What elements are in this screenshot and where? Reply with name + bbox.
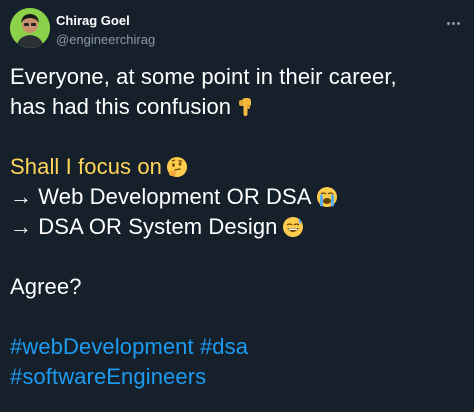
- dot: [451, 21, 455, 25]
- tweet-line-text: has had this confusion: [10, 94, 232, 119]
- pointing-down-emoji-icon: [235, 96, 257, 118]
- tweet-line: Agree?: [10, 272, 464, 302]
- tweet-line-text: → Web Development OR DSA: [10, 184, 312, 209]
- tweet-line-text: Agree?: [10, 274, 82, 299]
- tweet-line: → Web Development OR DSA: [10, 182, 464, 212]
- tweet-text: Everyone, at some point in their career,…: [10, 62, 464, 392]
- hashtag-line: #webDevelopment #dsa: [10, 332, 464, 362]
- dot: [456, 21, 460, 25]
- author-handle[interactable]: @engineerchirag: [56, 32, 155, 47]
- thinking-face-emoji-icon: [166, 156, 188, 178]
- tweet-line: Everyone, at some point in their career,: [10, 62, 464, 92]
- tweet-line: Shall I focus on: [10, 152, 464, 182]
- avatar[interactable]: [10, 8, 50, 48]
- hashtag-line: #softwareEngineers: [10, 362, 464, 392]
- dot: [446, 21, 450, 25]
- tweet-line-text: Everyone, at some point in their career,: [10, 64, 397, 89]
- grinning-sweat-face-emoji-icon: [282, 216, 304, 238]
- tweet-line-text: Shall I focus on: [10, 154, 163, 179]
- tweet-line: → DSA OR System Design: [10, 212, 464, 242]
- tweet-line: has had this confusion: [10, 92, 464, 122]
- hashtag-link[interactable]: #webDevelopment: [10, 334, 194, 359]
- more-options-icon[interactable]: [442, 12, 464, 34]
- hashtag-link[interactable]: #softwareEngineers: [10, 364, 206, 389]
- author-name[interactable]: Chirag Goel: [56, 13, 130, 28]
- hashtag-link[interactable]: #dsa: [200, 334, 248, 359]
- tweet-line-text: → DSA OR System Design: [10, 214, 278, 239]
- tweet-header: Chirag Goel @engineerchirag: [10, 8, 464, 54]
- loudly-crying-face-emoji-icon: [316, 186, 338, 208]
- tweet-card: Chirag Goel @engineerchirag Everyone, at…: [0, 0, 474, 412]
